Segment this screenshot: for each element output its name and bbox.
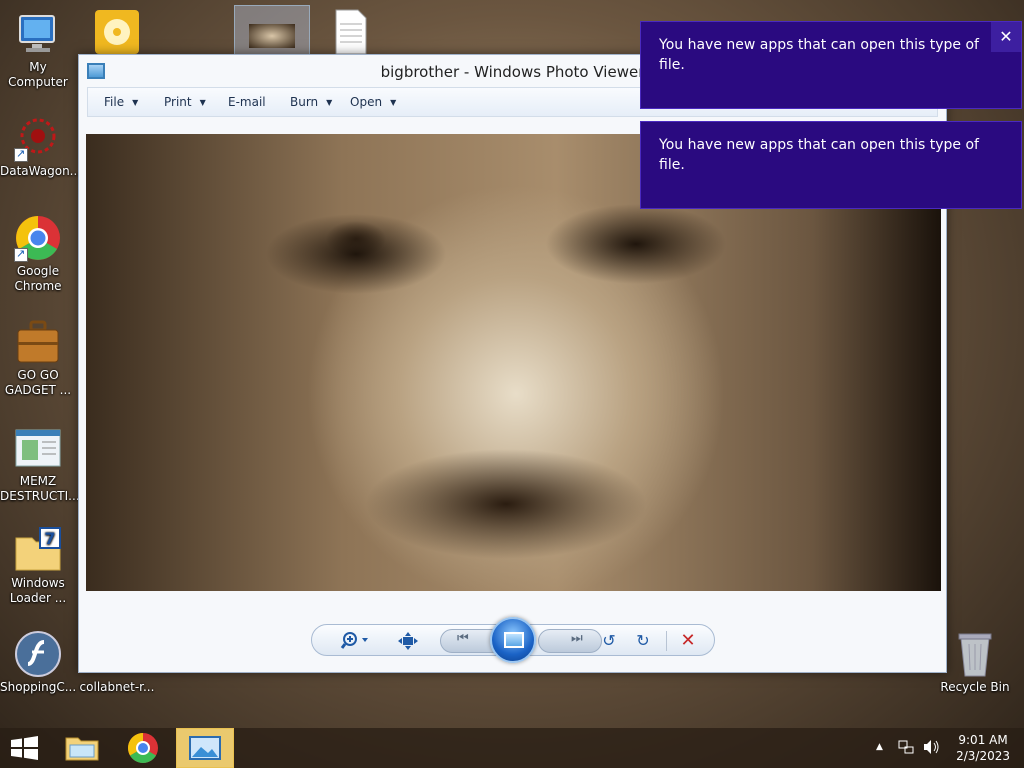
burn-menu[interactable]: Burn ▼: [290, 95, 332, 109]
desktop-icon-label: GO GO GADGET ...: [4, 368, 72, 397]
slideshow-button[interactable]: [490, 617, 536, 663]
file-menu[interactable]: File ▼: [104, 95, 138, 109]
rotate-right-icon: ↻: [636, 631, 650, 650]
open-menu[interactable]: Open ▼: [350, 95, 396, 109]
desktop-icon-label: collabnet-r...: [79, 680, 155, 694]
desktop-icon-label: MEMZ DESTRUCTI...: [0, 474, 80, 503]
desktop-icon-label: Google Chrome: [14, 264, 62, 293]
email-button[interactable]: E-mail: [228, 95, 266, 109]
desktop-icon-label: ShoppingC...: [0, 680, 77, 694]
desktop-icon-label: My Computer: [8, 60, 68, 89]
desktop-icon-label: Windows Loader ...: [9, 576, 67, 605]
desktop-icon-text-file[interactable]: [312, 8, 388, 58]
print-menu-label: Print: [164, 95, 192, 109]
desktop-icon-datawagon[interactable]: DataWagon...: [0, 114, 82, 179]
chrome-icon: [127, 733, 158, 764]
chevron-down-icon: ▼: [390, 98, 397, 107]
desktop-icon-shoppingc[interactable]: ShoppingC...: [0, 630, 76, 695]
datawagon-icon: [14, 114, 62, 162]
rotate-counterclockwise-button[interactable]: ↺: [598, 630, 620, 652]
rotate-left-icon: ↺: [602, 631, 616, 650]
cd-icon: [93, 8, 141, 56]
photo-viewer-icon: [189, 736, 221, 760]
desktop-icon-label: Recycle Bin: [940, 680, 1010, 694]
shortcut-arrow-icon: [14, 146, 28, 162]
folder-icon: 7: [14, 526, 62, 574]
desktop-icon-memz[interactable]: MEMZ DESTRUCTI...: [0, 424, 80, 504]
chevron-down-icon: ▼: [199, 98, 206, 107]
close-icon[interactable]: ✕: [991, 22, 1021, 52]
next-icon: ⏭: [571, 631, 583, 646]
desktop-icon-label: DataWagon...: [0, 164, 82, 178]
chrome-icon: [14, 214, 62, 262]
document-icon: [326, 8, 374, 56]
notification-text: You have new apps that can open this typ…: [659, 37, 979, 73]
print-menu[interactable]: Print ▼: [164, 95, 206, 109]
windows-logo-icon: [11, 736, 38, 760]
delete-button[interactable]: ✕: [676, 630, 700, 652]
toolbar-divider: [666, 631, 667, 651]
desktop-icon-bigbrother-image[interactable]: [234, 5, 310, 57]
zoom-button[interactable]: [340, 630, 374, 652]
viewer-controls: ⏮ ⏭ ↺ ↻ ✕: [311, 617, 715, 663]
network-icon[interactable]: [898, 739, 914, 759]
chevron-down-icon: ▼: [326, 98, 333, 107]
taskbar-photo-viewer[interactable]: [176, 728, 234, 768]
shortcut-arrow-icon: [14, 246, 28, 262]
notification-text: You have new apps that can open this typ…: [659, 137, 979, 173]
notification-toast[interactable]: You have new apps that can open this typ…: [640, 21, 1022, 109]
email-button-label: E-mail: [228, 95, 266, 109]
rotate-clockwise-button[interactable]: ↻: [632, 630, 654, 652]
svg-text:7: 7: [44, 529, 55, 548]
clock-time: 9:01 AM: [958, 733, 1008, 747]
next-button[interactable]: ⏭: [538, 629, 602, 653]
chevron-down-icon: ▼: [132, 98, 139, 107]
fit-window-icon: [398, 632, 418, 650]
window-app-icon: [14, 424, 62, 472]
desktop-icon-gogogadget[interactable]: GO GO GADGET ...: [0, 318, 76, 398]
delete-icon: ✕: [680, 630, 696, 651]
taskbar-file-explorer[interactable]: [54, 728, 112, 768]
flash-icon: [14, 630, 62, 678]
desktop-icon-windows-loader[interactable]: 7 Windows Loader ...: [0, 526, 76, 606]
desktop-icon-google-chrome[interactable]: Google Chrome: [0, 214, 76, 294]
burn-menu-label: Burn: [290, 95, 319, 109]
previous-icon: ⏮: [457, 631, 469, 646]
file-menu-label: File: [104, 95, 125, 109]
actual-size-button[interactable]: [396, 630, 420, 652]
briefcase-icon: [14, 318, 62, 366]
volume-icon[interactable]: [922, 739, 940, 759]
desktop-icon-recycle-bin[interactable]: Recycle Bin: [937, 630, 1013, 695]
computer-icon: [14, 10, 62, 58]
zoom-icon: [340, 632, 368, 649]
open-menu-label: Open: [350, 95, 383, 109]
slideshow-icon: [504, 632, 524, 648]
clock-date: 2/3/2023: [956, 749, 1010, 763]
start-button[interactable]: [0, 728, 58, 768]
desktop-icon-cd[interactable]: [79, 8, 155, 58]
image-thumbnail-icon: [234, 5, 310, 55]
recycle-bin-icon: [951, 630, 999, 678]
system-clock[interactable]: 9:01 AM 2/3/2023: [956, 732, 1010, 764]
desktop-icon-my-computer[interactable]: My Computer: [0, 10, 76, 90]
taskbar-google-chrome[interactable]: [114, 728, 172, 768]
notification-toast[interactable]: You have new apps that can open this typ…: [640, 121, 1022, 209]
folder-icon: [65, 737, 99, 761]
taskbar: ▲ 9:01 AM 2/3/2023: [0, 728, 1024, 768]
show-hidden-icons-chevron-icon[interactable]: ▲: [876, 742, 883, 752]
